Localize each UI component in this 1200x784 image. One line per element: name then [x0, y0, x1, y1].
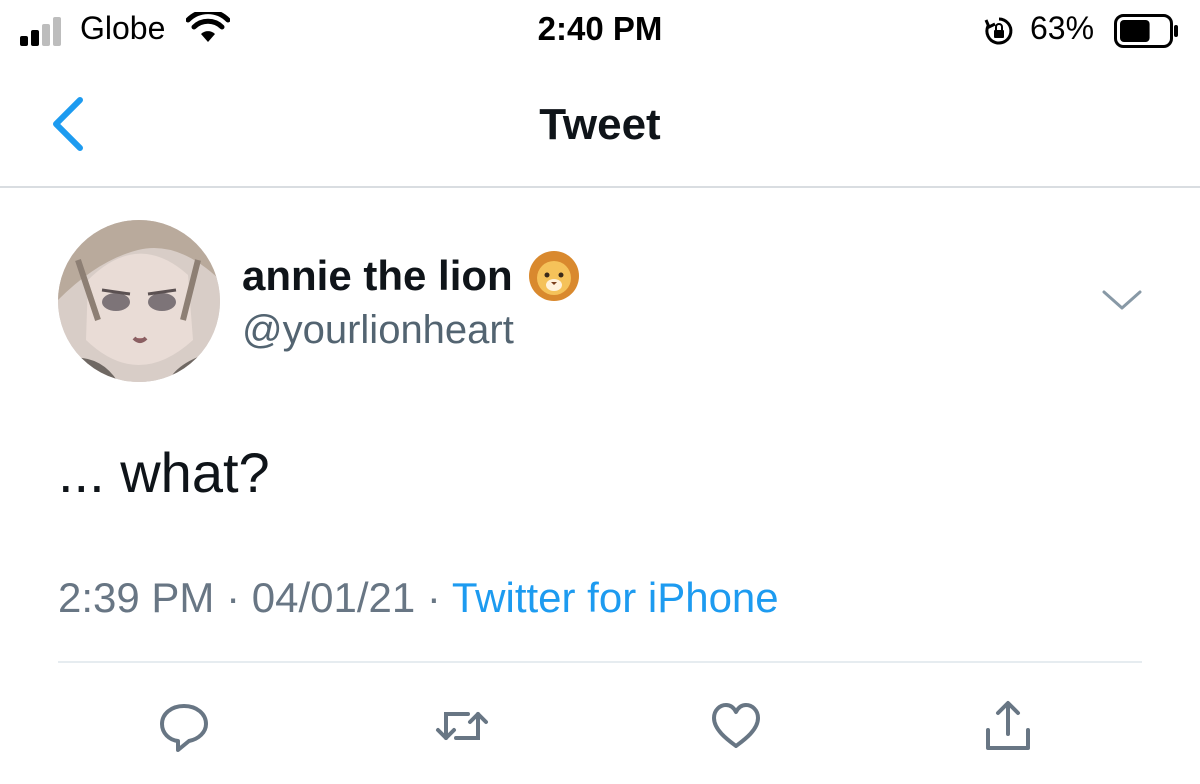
share-button[interactable] — [980, 698, 1036, 754]
reply-button[interactable] — [156, 698, 212, 754]
tweet-source-link[interactable]: Twitter for iPhone — [452, 574, 779, 621]
retweet-icon — [436, 712, 488, 740]
lion-face-icon — [528, 251, 579, 301]
status-bar: Globe 2:40 PM 63% — [0, 0, 1200, 62]
tweet-time: 2:39 PM — [58, 574, 215, 621]
user-handle[interactable]: @yourlionheart — [242, 308, 514, 353]
display-name[interactable]: annie the lion — [242, 252, 513, 300]
like-button[interactable] — [708, 698, 764, 754]
like-icon — [712, 703, 760, 748]
share-icon — [986, 701, 1030, 750]
status-time: 2:40 PM — [537, 10, 663, 47]
tweet-date: 04/01/21 — [251, 574, 416, 621]
tweet-text: ... what? — [58, 441, 270, 504]
nav-header: Tweet — [0, 62, 1200, 188]
chevron-down-icon[interactable] — [1100, 286, 1144, 314]
tweet-meta: 2:39 PM · 04/01/21 · Twitter for iPhone — [58, 574, 779, 622]
page-title: Tweet — [539, 100, 661, 149]
battery-icon — [1114, 14, 1178, 48]
avatar[interactable] — [58, 220, 220, 382]
retweet-button[interactable] — [434, 698, 490, 754]
avatar-image — [58, 220, 220, 382]
meta-separator: · — [415, 574, 452, 621]
display-name-row: annie the lion — [242, 251, 581, 301]
divider — [58, 661, 1142, 663]
battery-percent: 63% — [1030, 10, 1095, 46]
reply-icon — [160, 704, 208, 752]
meta-separator: · — [214, 574, 252, 621]
rotation-lock-icon — [984, 17, 1013, 45]
